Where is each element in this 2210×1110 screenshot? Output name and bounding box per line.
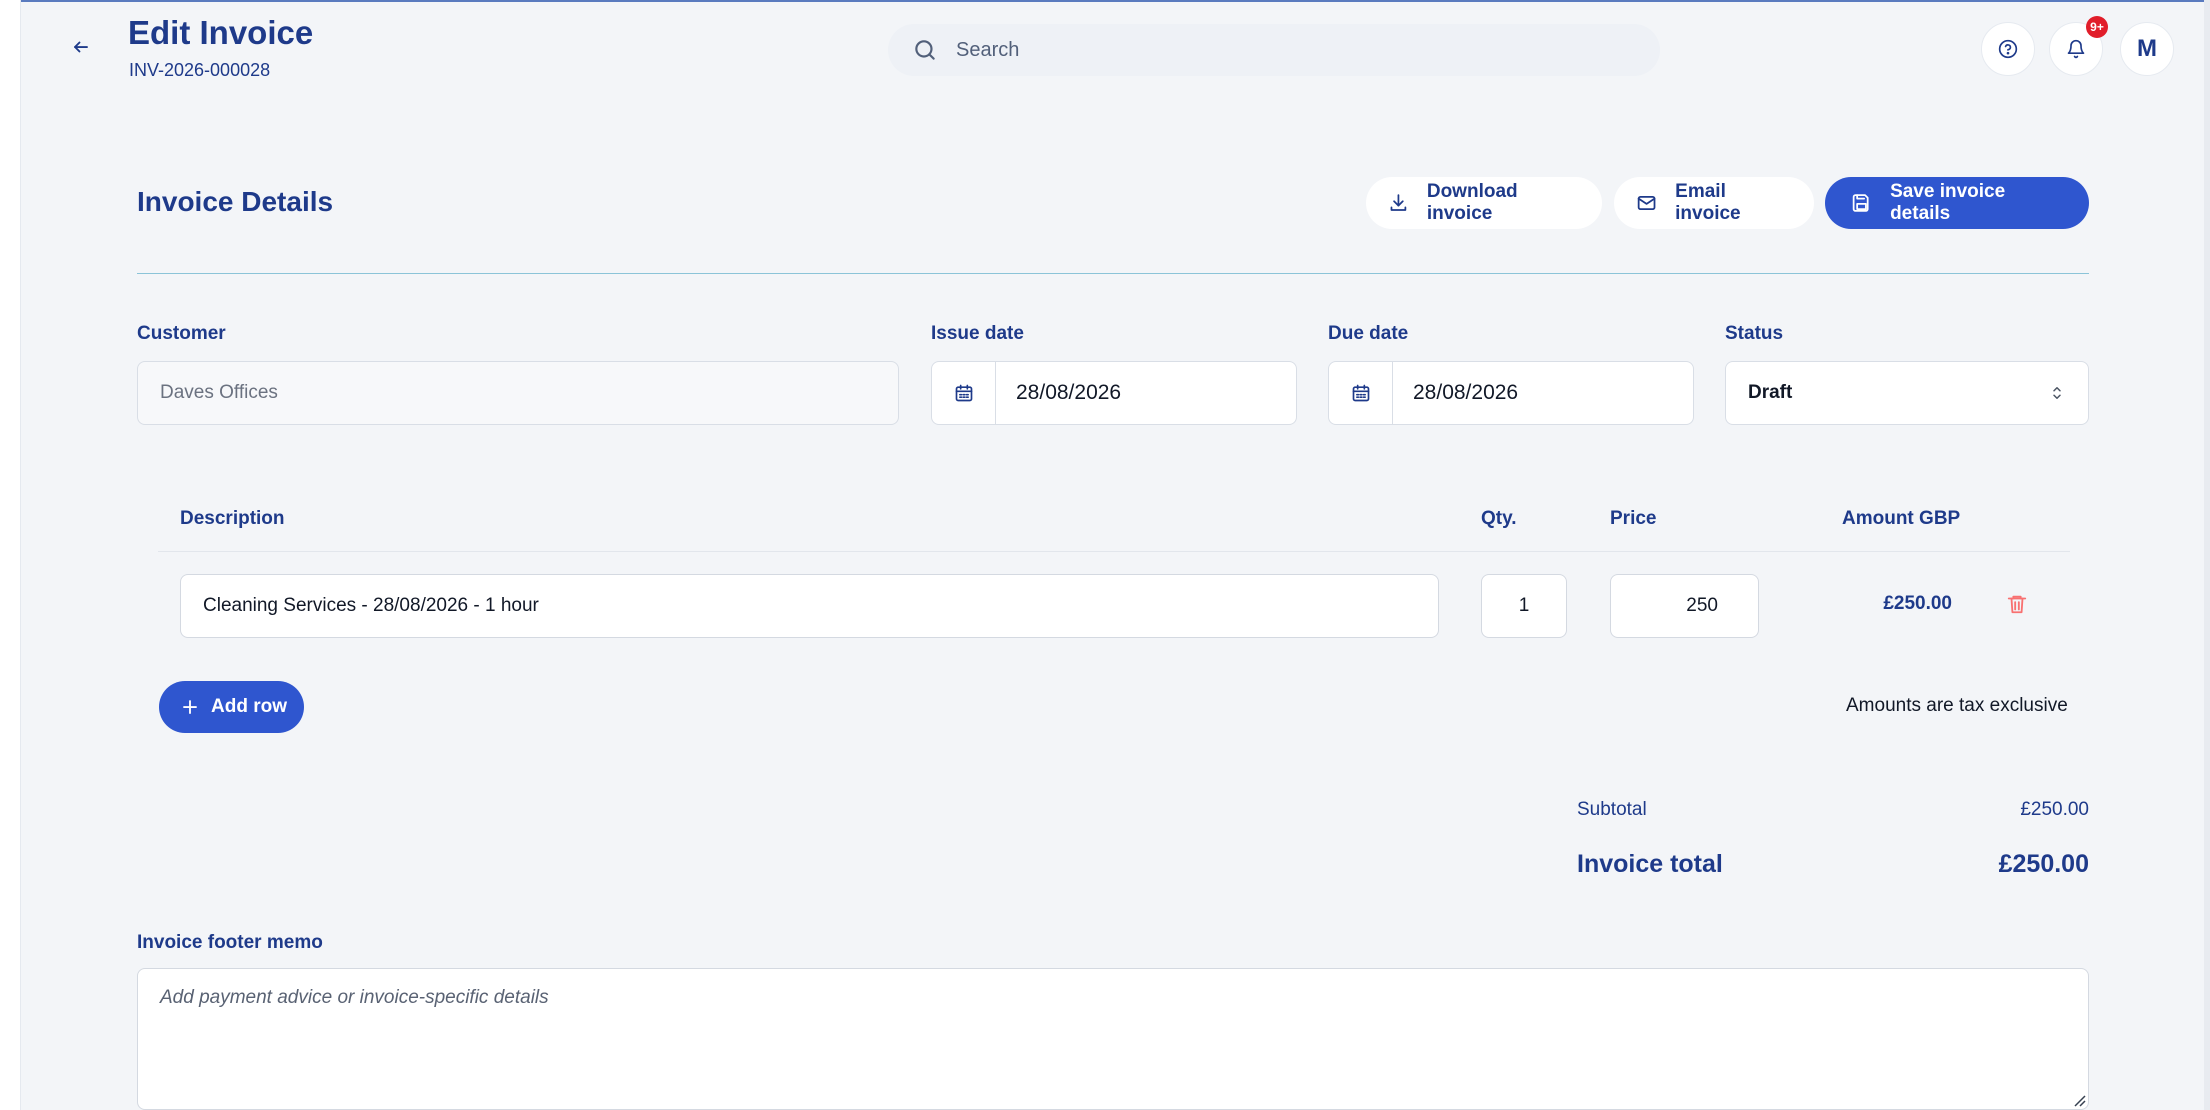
plus-icon [183,700,197,714]
line-amount: £250.00 [1883,593,1952,614]
column-header-qty: Qty. [1481,508,1517,529]
email-invoice-button[interactable]: Email invoice [1614,177,1814,229]
column-header-amount: Amount GBP [1842,508,1961,529]
bell-icon [2067,39,2085,59]
calendar-button[interactable] [932,362,996,424]
email-invoice-label: Email invoice [1675,181,1741,224]
add-row-button[interactable]: Add row [159,681,304,733]
due-date-field[interactable]: 28/08/2026 [1328,361,1694,425]
scrollbar[interactable] [2204,0,2210,1110]
customer-label: Customer [137,323,226,344]
add-row-label: Add row [211,696,287,717]
customer-field[interactable]: Daves Offices [137,361,899,425]
column-header-description: Description [180,508,285,529]
line-description-input[interactable]: Cleaning Services - 28/08/2026 - 1 hour [180,574,1439,638]
status-label: Status [1725,323,1784,344]
table-header-divider [158,551,2070,552]
help-button[interactable] [1981,22,2035,76]
arrow-left-icon [74,41,88,53]
calendar-icon [1352,384,1369,402]
status-select[interactable]: Draft [1725,361,2089,425]
memo-label: Invoice footer memo [137,932,323,953]
left-rail [0,0,21,1110]
subtotal-value: £250.00 [2020,799,2089,820]
status-value: Draft [1748,382,1793,403]
trash-icon [2007,595,2027,614]
save-icon [1852,194,1869,212]
search-input[interactable] [956,38,1556,62]
download-invoice-button[interactable]: Download invoice [1366,177,1602,229]
issue-date-value: 28/08/2026 [1016,381,1122,404]
mail-icon [1637,195,1656,211]
invoice-total-label: Invoice total [1577,850,1723,878]
back-button[interactable] [66,32,96,62]
invoice-number: INV-2026-000028 [129,60,271,80]
invoice-total-value: £250.00 [1998,850,2089,878]
due-date-value: 28/08/2026 [1413,381,1519,404]
notification-badge: 9+ [2086,16,2108,38]
due-date-label: Due date [1328,323,1409,344]
resize-handle-icon[interactable] [2072,1093,2086,1107]
column-header-price: Price [1610,508,1657,529]
save-invoice-label: Save invoice details [1890,181,2006,224]
line-qty-input[interactable]: 1 [1481,574,1567,638]
tax-note: Amounts are tax exclusive [1846,695,2068,716]
top-accent-line [0,0,2210,2]
search-bar[interactable] [888,24,1660,76]
download-invoice-label: Download invoice [1426,181,1518,224]
help-circle-icon [1998,39,2018,59]
download-icon [1390,194,1407,211]
calendar-icon [955,384,972,402]
subtotal-label: Subtotal [1577,799,1647,820]
search-icon [915,40,935,60]
save-invoice-button[interactable]: Save invoice details [1825,177,2089,229]
avatar[interactable]: M [2120,22,2174,76]
issue-date-label: Issue date [931,323,1024,344]
calendar-button[interactable] [1329,362,1393,424]
delete-row-button[interactable] [2006,592,2028,621]
memo-textarea[interactable] [137,968,2089,1110]
page-title: Edit Invoice [128,14,314,51]
issue-date-field[interactable]: 28/08/2026 [931,361,1297,425]
section-divider [137,273,2089,274]
chevron-up-down-icon [2053,387,2061,399]
line-price-input[interactable]: 250 [1610,574,1759,638]
section-title: Invoice Details [137,186,334,217]
